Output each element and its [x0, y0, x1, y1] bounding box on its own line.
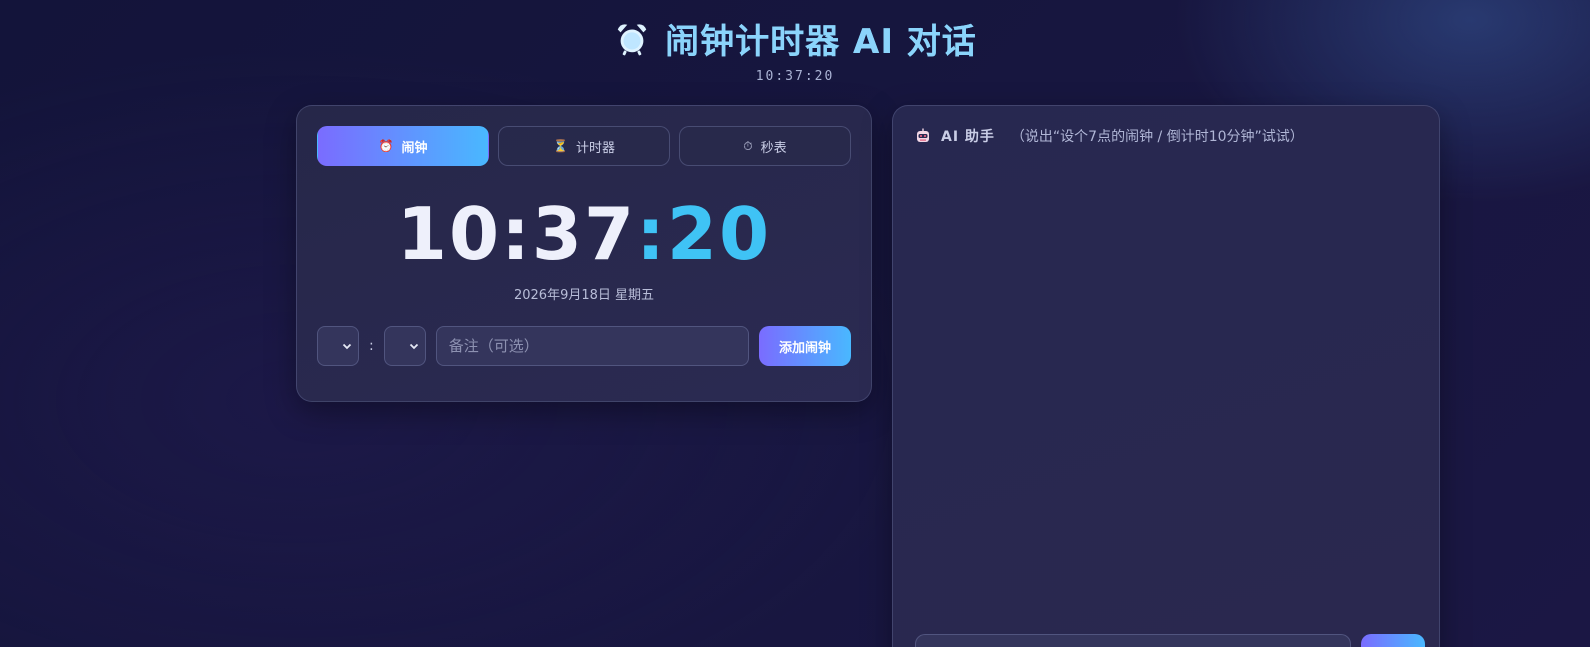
tab-alarm-label: 闹钟 [401, 140, 428, 156]
chevron-down-icon [342, 343, 352, 350]
clock-panel: ⏰ 闹钟 ⏳ 计时器 ⏱ 秒表 10:37:20 2026年9月18日 星期五 … [296, 105, 872, 402]
stopwatch-icon: ⏱ [743, 138, 753, 153]
big-clock-display: 10:37:20 [297, 198, 871, 270]
hourglass-icon: ⏳ [553, 139, 568, 153]
robot-icon [917, 128, 929, 142]
app-header: 闹钟计时器 AI 对话 10:37:20 [0, 14, 1590, 84]
alarm-note-input[interactable] [435, 326, 749, 366]
tab-timer[interactable]: ⏳ 计时器 [498, 126, 670, 166]
clock-seconds: :20 [636, 192, 772, 276]
current-date: 2026年9月18日 星期五 [513, 288, 655, 303]
chat-hint: （说出“设个7点的闹钟 / 倒计时10分钟”试试） [1010, 129, 1304, 145]
tab-timer-label: 计时器 [575, 140, 615, 156]
minute-select[interactable] [383, 326, 426, 366]
app-title-text: 闹钟计时器 AI 对话 [665, 22, 977, 62]
mode-tabs: ⏰ 闹钟 ⏳ 计时器 ⏱ 秒表 [317, 126, 851, 166]
tab-alarm[interactable]: ⏰ 闹钟 [317, 126, 489, 166]
ai-chat-panel: AI 助手 （说出“设个7点的闹钟 / 倒计时10分钟”试试） [892, 105, 1440, 647]
alarm-clock-icon: ⏰ [378, 139, 394, 153]
chat-header: AI 助手 （说出“设个7点的闹钟 / 倒计时10分钟”试试） [915, 126, 1304, 146]
app-title: 闹钟计时器 AI 对话 [613, 14, 977, 63]
add-alarm-form: : 添加闹钟 [317, 326, 851, 366]
tab-stopwatch[interactable]: ⏱ 秒表 [679, 126, 851, 166]
chat-title: AI 助手 [941, 129, 995, 145]
send-button[interactable] [1361, 634, 1425, 647]
clock-hours-minutes: 10:37 [396, 192, 637, 276]
chat-message-input[interactable] [915, 634, 1351, 647]
time-separator: : [369, 338, 374, 354]
alarm-clock-icon [617, 23, 647, 55]
tab-stopwatch-label: 秒表 [760, 140, 787, 156]
chevron-down-icon [409, 343, 418, 350]
add-alarm-button[interactable]: 添加闹钟 [759, 326, 851, 366]
hour-select[interactable] [317, 326, 359, 366]
header-current-time: 10:37:20 [755, 69, 835, 84]
